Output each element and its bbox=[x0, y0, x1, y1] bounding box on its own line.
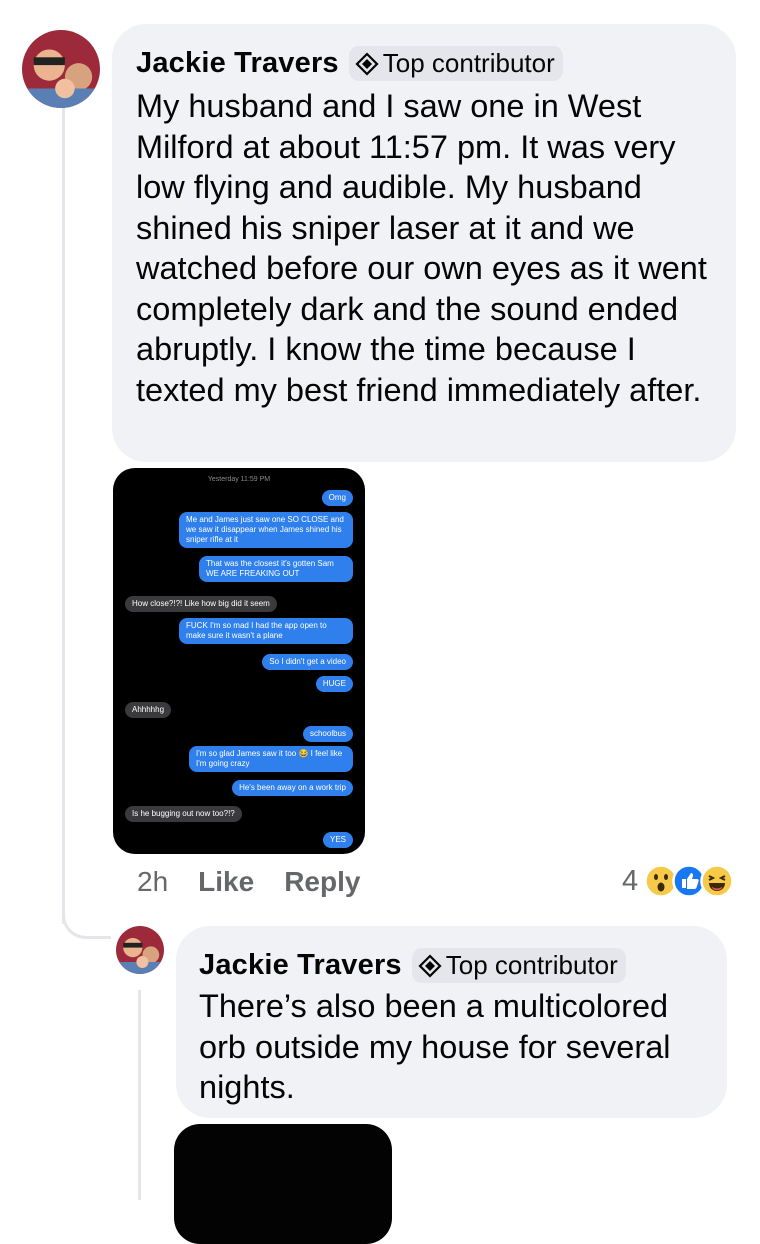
message-bubble: YES bbox=[322, 832, 353, 848]
reply-bubble: Jackie Travers Top contributor There’s a… bbox=[176, 926, 727, 1118]
reaction-count: 4 bbox=[622, 864, 639, 897]
comment-actions: 2h Like Reply bbox=[137, 866, 390, 898]
message-bubble: Ahhhhhg bbox=[125, 702, 172, 718]
top-contributor-icon bbox=[355, 51, 379, 76]
like-button[interactable]: Like bbox=[198, 866, 254, 898]
comment-header: Jackie Travers Top contributor bbox=[136, 46, 563, 81]
message-bubble: Omg bbox=[321, 490, 353, 506]
comment-text: My husband and I saw one in West Milford… bbox=[136, 88, 707, 408]
comment-time[interactable]: 2h bbox=[137, 866, 168, 898]
reply-thread-line bbox=[138, 990, 141, 1200]
avatar[interactable] bbox=[22, 30, 100, 108]
reactions-summary[interactable]: 4 bbox=[622, 864, 734, 898]
thread-connector bbox=[62, 900, 111, 939]
message-bubble: schoolbus bbox=[302, 726, 353, 742]
author-name[interactable]: Jackie Travers bbox=[199, 949, 402, 982]
message-bubble: HUGE bbox=[315, 676, 353, 692]
message-timestamp: Yesterday 11:59 PM bbox=[207, 476, 271, 483]
avatar[interactable] bbox=[116, 926, 164, 974]
message-bubble: FUCK I'm so mad I had the app open to ma… bbox=[179, 618, 353, 644]
badge-label: Top contributor bbox=[445, 950, 618, 980]
message-bubble: Me and James just saw one SO CLOSE and w… bbox=[179, 512, 353, 548]
text-message-screenshot[interactable]: Yesterday 11:59 PM Omg Me and James just… bbox=[113, 468, 365, 854]
reply-button[interactable]: Reply bbox=[284, 866, 360, 898]
top-contributor-badge[interactable]: Top contributor bbox=[411, 948, 626, 983]
author-name[interactable]: Jackie Travers bbox=[136, 47, 339, 80]
top-contributor-badge[interactable]: Top contributor bbox=[348, 46, 563, 81]
message-bubble: So I didn't get a video bbox=[262, 654, 353, 670]
haha-icon bbox=[700, 864, 734, 898]
top-contributor-icon bbox=[418, 953, 442, 978]
reply-text: There’s also been a multicolored orb out… bbox=[199, 988, 671, 1105]
message-bubble: How close?!?! Like how big did it seem bbox=[125, 596, 277, 612]
message-bubble: I'm so glad James saw it too 😂 I feel li… bbox=[189, 746, 353, 772]
message-bubble: He's been away on a work trip bbox=[232, 780, 353, 796]
comment-bubble: Jackie Travers Top contributor My husban… bbox=[112, 24, 736, 462]
thread-line bbox=[62, 104, 65, 924]
reply-photo[interactable] bbox=[174, 1124, 392, 1244]
reply-header: Jackie Travers Top contributor bbox=[199, 948, 626, 983]
message-bubble: That was the closest it's gotten Sam WE … bbox=[199, 556, 353, 582]
badge-label: Top contributor bbox=[382, 48, 555, 78]
message-bubble: Is he bugging out now too?!? bbox=[125, 806, 242, 822]
